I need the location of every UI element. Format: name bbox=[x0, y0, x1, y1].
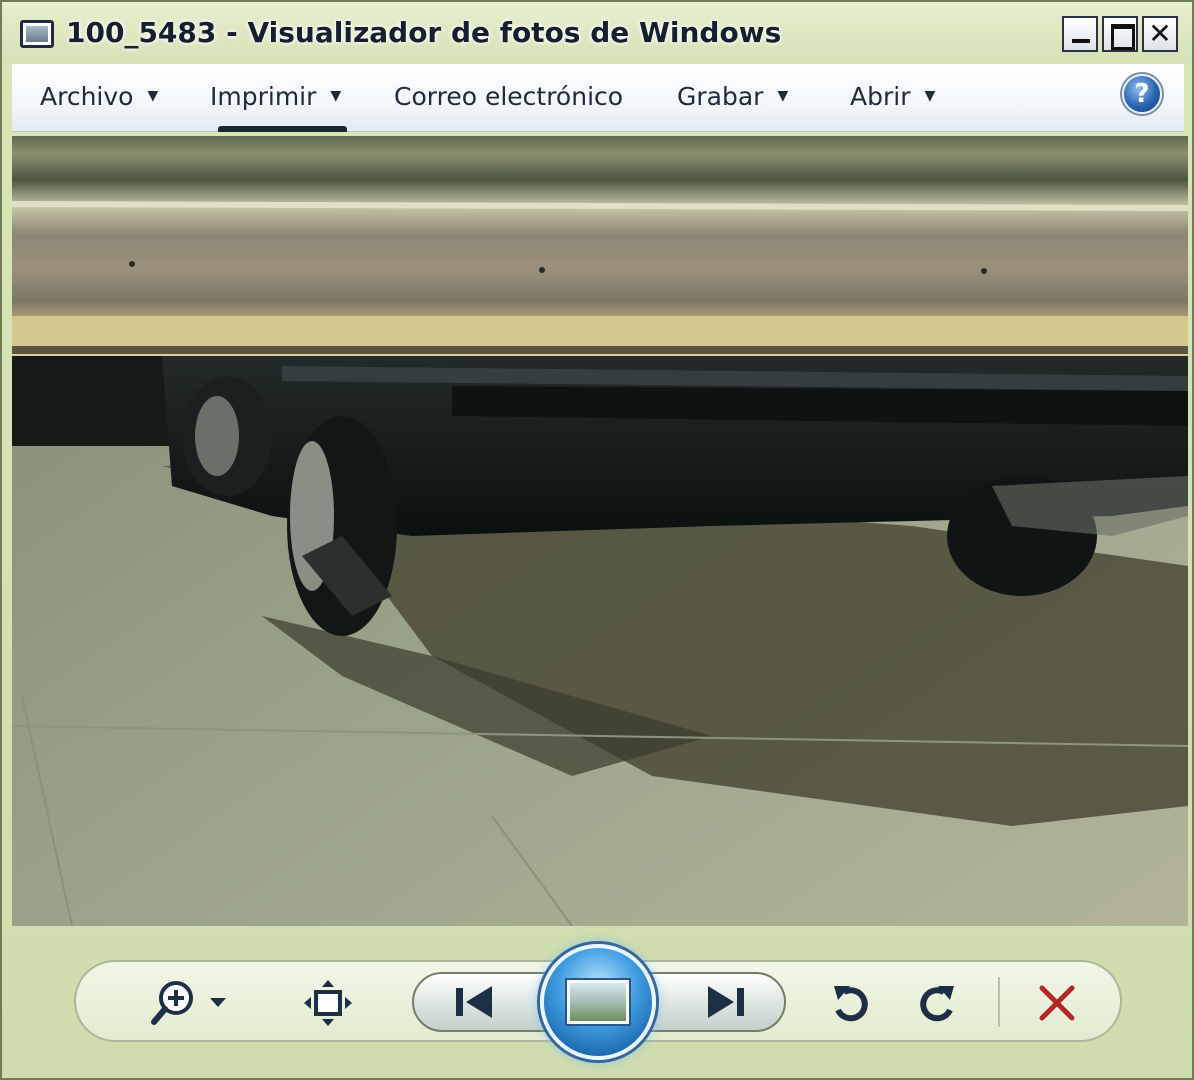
command-bar: Archivo ▼ Imprimir ▼ Correo electrónico … bbox=[12, 64, 1184, 132]
chevron-down-icon: ▼ bbox=[330, 88, 342, 104]
next-button[interactable] bbox=[700, 982, 752, 1022]
rotate-right-button[interactable] bbox=[912, 978, 962, 1028]
chevron-down-icon: ▼ bbox=[924, 88, 936, 104]
toolbar-separator bbox=[998, 977, 1000, 1027]
menu-imprimir[interactable]: Imprimir ▼ bbox=[210, 78, 348, 132]
rotate-left-button[interactable] bbox=[826, 978, 876, 1028]
previous-button[interactable] bbox=[448, 982, 500, 1022]
actual-size-button[interactable] bbox=[302, 978, 354, 1028]
menu-correo-label: Correo electrónico bbox=[394, 81, 624, 111]
rotate-clockwise-icon bbox=[920, 986, 954, 1022]
photo-image bbox=[12, 136, 1188, 926]
delete-button[interactable] bbox=[1032, 978, 1082, 1028]
zoom-button[interactable] bbox=[148, 976, 232, 1028]
window-title: 100_5483 - Visualizador de fotos de Wind… bbox=[66, 16, 782, 49]
menu-grabar[interactable]: Grabar ▼ bbox=[677, 78, 788, 114]
minimize-button[interactable] bbox=[1062, 16, 1098, 52]
zoom-icon bbox=[151, 981, 226, 1025]
previous-icon bbox=[456, 986, 492, 1018]
chevron-down-icon: ▼ bbox=[147, 88, 159, 104]
close-button[interactable]: ✕ bbox=[1142, 16, 1178, 52]
menu-correo-electronico[interactable]: Correo electrónico bbox=[394, 78, 623, 114]
menu-archivo[interactable]: Archivo ▼ bbox=[40, 78, 158, 114]
actual-size-icon bbox=[304, 980, 352, 1026]
next-icon bbox=[708, 986, 744, 1018]
slideshow-icon bbox=[567, 980, 629, 1024]
photo-display bbox=[12, 136, 1188, 926]
maximize-button[interactable] bbox=[1102, 16, 1138, 52]
menu-abrir[interactable]: Abrir ▼ bbox=[850, 78, 935, 114]
menu-imprimir-label: Imprimir bbox=[210, 81, 317, 111]
title-bar[interactable]: 100_5483 - Visualizador de fotos de Wind… bbox=[2, 2, 1192, 64]
rotate-counterclockwise-icon bbox=[834, 986, 868, 1022]
photo-viewer-app-icon bbox=[20, 20, 54, 48]
slideshow-button[interactable] bbox=[540, 944, 656, 1060]
menu-grabar-label: Grabar bbox=[677, 81, 764, 111]
help-icon[interactable]: ? bbox=[1122, 74, 1162, 114]
chevron-down-icon: ▼ bbox=[777, 88, 789, 104]
menu-abrir-label: Abrir bbox=[850, 81, 911, 111]
menu-archivo-label: Archivo bbox=[40, 81, 134, 111]
window-controls: ✕ bbox=[1062, 16, 1178, 52]
delete-icon bbox=[1039, 985, 1075, 1021]
photo-viewer-window: 100_5483 - Visualizador de fotos de Wind… bbox=[0, 0, 1194, 1080]
